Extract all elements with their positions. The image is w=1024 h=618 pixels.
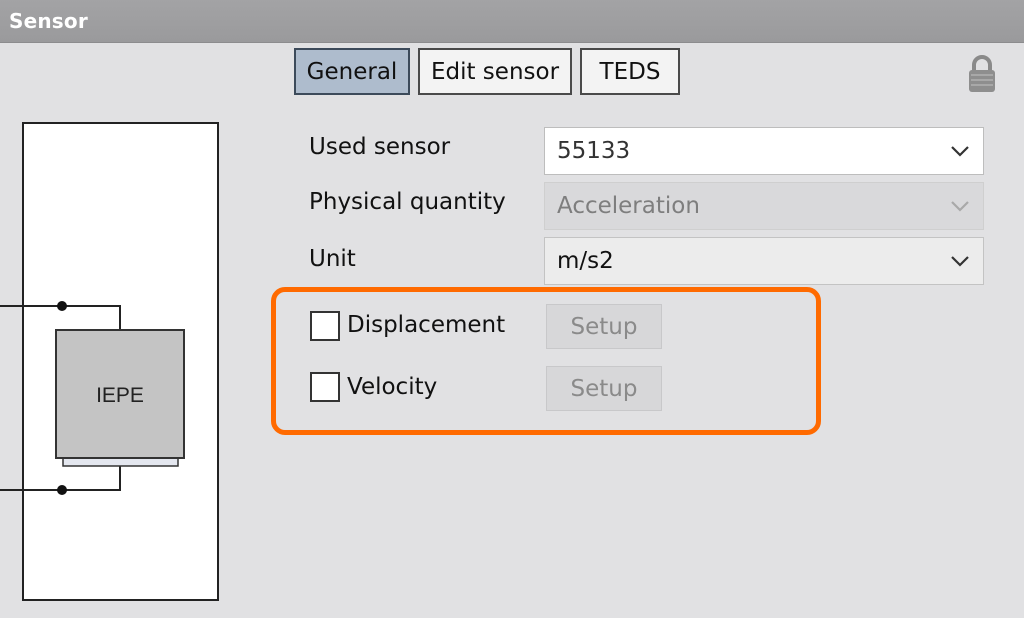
used-sensor-dropdown[interactable]: 55133 (544, 127, 984, 175)
sensor-wiring-diagram: IEPE (0, 122, 219, 601)
unit-label: Unit (309, 246, 356, 272)
chevron-down-icon (951, 201, 969, 212)
unit-value: m/s2 (557, 248, 614, 274)
physical-quantity-dropdown: Acceleration (544, 182, 984, 230)
tab-edit-sensor[interactable]: Edit sensor (418, 48, 572, 95)
diagram-node-top (57, 301, 67, 311)
lock-icon[interactable] (966, 54, 998, 94)
velocity-setup-button[interactable]: Setup (546, 366, 662, 411)
displacement-label: Displacement (347, 312, 506, 338)
used-sensor-label: Used sensor (309, 134, 451, 160)
window-title: Sensor (9, 9, 88, 33)
physical-quantity-value: Acceleration (557, 193, 700, 219)
tab-teds[interactable]: TEDS (580, 48, 680, 95)
velocity-label: Velocity (347, 374, 438, 400)
diagram-block-label: IEPE (96, 384, 144, 407)
diagram-node-bottom (57, 485, 67, 495)
unit-dropdown[interactable]: m/s2 (544, 237, 984, 285)
velocity-checkbox[interactable] (310, 372, 340, 402)
displacement-setup-button[interactable]: Setup (546, 304, 662, 349)
window-titlebar: Sensor (0, 0, 1024, 43)
chevron-down-icon (951, 146, 969, 157)
used-sensor-value: 55133 (557, 138, 631, 164)
displacement-checkbox[interactable] (310, 311, 340, 341)
chevron-down-icon (951, 256, 969, 267)
physical-quantity-label: Physical quantity (309, 189, 506, 215)
tab-general[interactable]: General (294, 48, 410, 95)
